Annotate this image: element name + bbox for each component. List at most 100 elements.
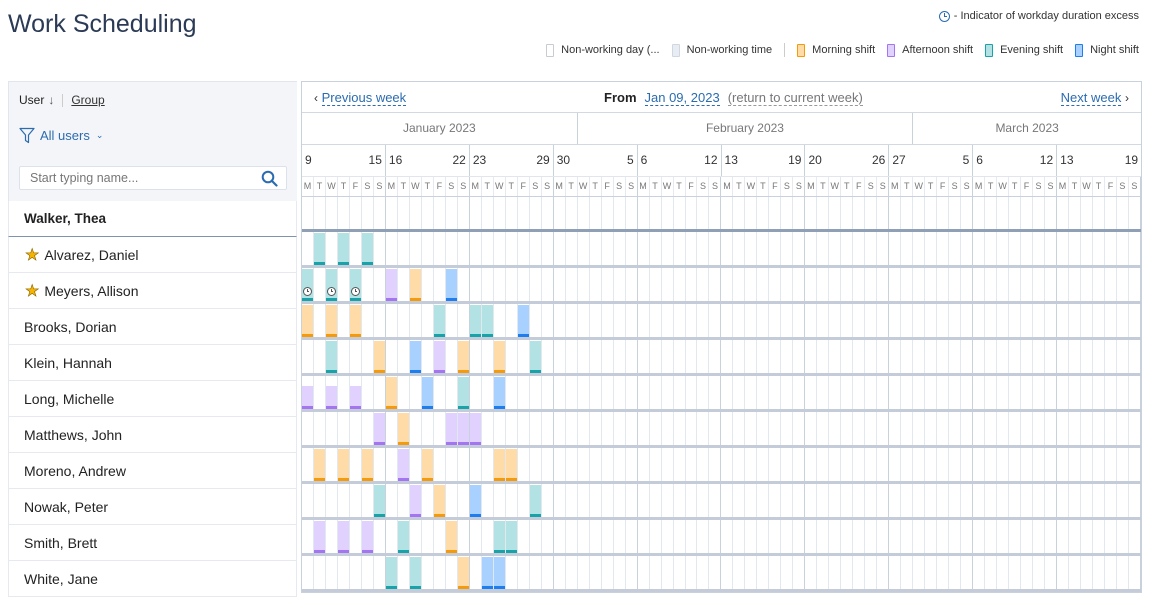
day-cell[interactable] [769,340,782,373]
day-cell[interactable] [841,340,854,373]
day-cell[interactable] [901,197,914,229]
day-cell[interactable] [925,448,938,481]
day-cell[interactable] [985,232,998,265]
day-cell[interactable] [481,556,494,589]
day-cell[interactable] [542,484,554,517]
day-cell[interactable] [745,340,758,373]
day-cell[interactable] [997,412,1010,445]
day-cell[interactable] [793,412,806,445]
day-cell[interactable] [445,520,458,553]
search-icon[interactable] [261,170,278,187]
morning-shift-block[interactable] [445,521,457,553]
day-cell[interactable] [505,520,518,553]
day-cell[interactable] [470,232,482,265]
day-cell[interactable] [373,340,386,373]
night-shift-block[interactable] [409,341,421,373]
day-cell[interactable] [457,340,470,373]
day-cell[interactable] [470,268,482,301]
day-cell[interactable] [602,556,614,589]
day-cell[interactable] [638,268,650,301]
day-cell[interactable] [1069,520,1081,553]
day-cell[interactable] [949,376,962,409]
day-cell[interactable] [386,520,398,553]
day-cell[interactable] [326,197,338,229]
day-cell[interactable] [1105,556,1117,589]
day-cell[interactable] [362,412,374,445]
afternoon-shift-block[interactable] [302,386,313,409]
day-cell[interactable] [817,268,830,301]
day-cell[interactable] [602,340,614,373]
day-cell[interactable] [1117,232,1129,265]
day-cell[interactable] [709,448,722,481]
day-cell[interactable] [374,268,386,301]
user-row[interactable]: Nowak, Peter [8,489,297,525]
day-cell[interactable] [614,556,626,589]
day-cell[interactable] [638,340,650,373]
day-cell[interactable] [973,556,986,589]
day-cell[interactable] [1069,556,1081,589]
day-cell[interactable] [853,520,866,553]
day-cell[interactable] [410,520,422,553]
day-cell[interactable] [374,556,386,589]
day-cell[interactable] [1021,556,1034,589]
afternoon-shift-block[interactable] [349,386,361,409]
day-cell[interactable] [638,197,650,229]
day-cell[interactable] [853,340,866,373]
day-cell[interactable] [1069,268,1081,301]
day-cell[interactable] [314,376,326,409]
day-cell[interactable] [721,520,734,553]
day-cell[interactable] [913,197,926,229]
day-cell[interactable] [674,268,686,301]
day-cell[interactable] [362,304,374,337]
day-cell[interactable] [1129,412,1141,445]
day-cell[interactable] [985,197,998,229]
day-cell[interactable] [662,448,674,481]
day-cell[interactable] [518,268,530,301]
day-cell[interactable] [1021,448,1034,481]
day-cell[interactable] [949,520,962,553]
day-cell[interactable] [686,376,698,409]
day-cell[interactable] [865,340,878,373]
day-cell[interactable] [482,448,494,481]
day-cell[interactable] [542,304,554,337]
day-cell[interactable] [1093,268,1105,301]
day-cell[interactable] [674,376,686,409]
day-cell[interactable] [1021,268,1034,301]
day-cell[interactable] [686,340,698,373]
day-cell[interactable] [997,197,1010,229]
day-cell[interactable] [410,376,422,409]
day-cell[interactable] [482,376,494,409]
day-cell[interactable] [529,484,542,517]
user-row[interactable]: ★ Meyers, Allison [8,273,297,309]
day-cell[interactable] [314,268,326,301]
afternoon-shift-block[interactable] [469,413,481,445]
day-cell[interactable] [721,556,734,589]
day-cell[interactable] [325,304,338,337]
day-cell[interactable] [841,520,854,553]
day-cell[interactable] [805,232,818,265]
day-cell[interactable] [326,232,338,265]
day-cell[interactable] [829,340,842,373]
day-cell[interactable] [542,556,554,589]
day-cell[interactable] [374,376,386,409]
day-cell[interactable] [805,520,818,553]
day-cell[interactable] [841,412,854,445]
day-cell[interactable] [686,556,698,589]
day-cell[interactable] [590,376,602,409]
day-cell[interactable] [1021,376,1034,409]
day-cell[interactable] [877,376,890,409]
day-cell[interactable] [757,197,770,229]
user-row[interactable]: ★ Alvarez, Daniel [8,237,297,273]
day-cell[interactable] [578,448,590,481]
day-cell[interactable] [745,232,758,265]
day-cell[interactable] [709,232,722,265]
day-cell[interactable] [913,304,926,337]
day-cell[interactable] [518,232,530,265]
day-cell[interactable] [458,448,470,481]
day-cell[interactable] [350,340,362,373]
day-cell[interactable] [985,520,998,553]
day-cell[interactable] [650,197,662,229]
day-cell[interactable] [793,304,806,337]
day-cell[interactable] [781,484,794,517]
user-row[interactable]: Moreno, Andrew [8,453,297,489]
